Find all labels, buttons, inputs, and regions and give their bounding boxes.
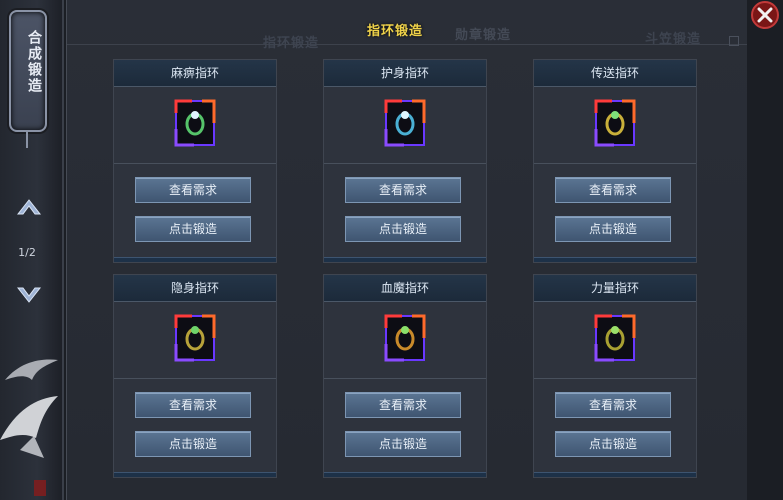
view-requirements-button[interactable]: 查看需求 [135, 392, 251, 418]
forge-button[interactable]: 点击锻造 [345, 216, 461, 242]
sidebar: 合成锻造 1/2 [0, 0, 64, 500]
forge-button[interactable]: 点击锻造 [555, 431, 671, 457]
forge-button[interactable]: 点击锻造 [135, 431, 251, 457]
card-title: 护身指环 [324, 60, 486, 87]
card-footer [324, 472, 486, 477]
view-requirements-button[interactable]: 查看需求 [345, 177, 461, 203]
view-requirements-button[interactable]: 查看需求 [135, 177, 251, 203]
sidebar-title-tab[interactable]: 合成锻造 [9, 10, 47, 148]
ring-icon[interactable] [594, 99, 636, 147]
card-ring: 力量指环 查看需求 点击锻造 [533, 274, 697, 478]
tab-hat-forge[interactable]: 斗笠锻造 [645, 28, 701, 47]
crane-decoration-icon [0, 359, 58, 496]
forge-button[interactable]: 点击锻造 [135, 216, 251, 242]
card-footer [534, 257, 696, 262]
main-panel: 指环锻造 指环锻造 勋章锻造 斗笠锻造 麻痹指环 查看需求 点击锻造 护身指环 [66, 0, 747, 500]
tab-medal-forge[interactable]: 勋章锻造 [455, 24, 511, 43]
chevron-down-icon[interactable] [16, 284, 42, 306]
card-ring: 护身指环 查看需求 点击锻造 [323, 59, 487, 263]
tab-ring-forge[interactable]: 指环锻造 [367, 20, 423, 39]
card-title: 传送指环 [534, 60, 696, 87]
card-ring: 传送指环 查看需求 点击锻造 [533, 59, 697, 263]
card-ring: 麻痹指环 查看需求 点击锻造 [113, 59, 277, 263]
ring-icon[interactable] [174, 314, 216, 362]
card-image-area [114, 87, 276, 164]
forge-button[interactable]: 点击锻造 [345, 431, 461, 457]
card-ring: 隐身指环 查看需求 点击锻造 [113, 274, 277, 478]
close-icon[interactable] [750, 0, 780, 30]
card-ring: 血魔指环 查看需求 点击锻造 [323, 274, 487, 478]
card-image-area [534, 302, 696, 379]
card-footer [534, 472, 696, 477]
card-footer [114, 472, 276, 477]
ring-icon[interactable] [384, 314, 426, 362]
card-footer [114, 257, 276, 262]
view-requirements-button[interactable]: 查看需求 [555, 177, 671, 203]
ring-icon[interactable] [384, 99, 426, 147]
card-title: 血魔指环 [324, 275, 486, 302]
card-image-area [114, 302, 276, 379]
card-image-area [324, 302, 486, 379]
view-requirements-button[interactable]: 查看需求 [555, 392, 671, 418]
sidebar-title: 合成锻造 [26, 30, 42, 94]
tab-ring-forge-shadow[interactable]: 指环锻造 [263, 32, 319, 51]
card-title: 力量指环 [534, 275, 696, 302]
page-indicator: 1/2 [18, 246, 36, 259]
panel-corner [729, 36, 739, 46]
card-title: 隐身指环 [114, 275, 276, 302]
card-image-area [324, 87, 486, 164]
card-footer [324, 257, 486, 262]
ring-icon[interactable] [174, 99, 216, 147]
view-requirements-button[interactable]: 查看需求 [345, 392, 461, 418]
forge-button[interactable]: 点击锻造 [555, 216, 671, 242]
tab-bar: 指环锻造 指环锻造 勋章锻造 斗笠锻造 [67, 8, 747, 51]
ring-icon[interactable] [594, 314, 636, 362]
card-title: 麻痹指环 [114, 60, 276, 87]
card-image-area [534, 87, 696, 164]
chevron-up-icon[interactable] [16, 196, 42, 218]
